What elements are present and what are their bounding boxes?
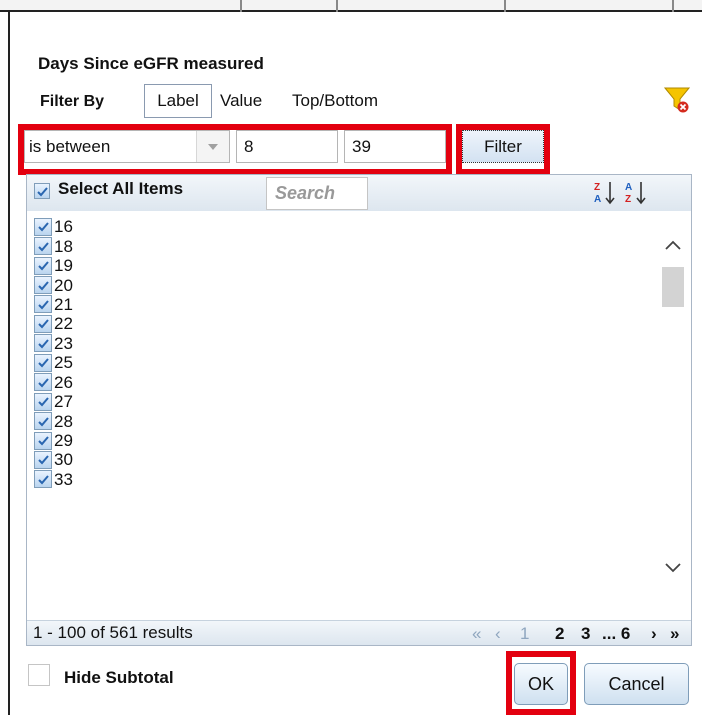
pager-last[interactable]: » — [670, 624, 679, 644]
item-label: 25 — [54, 353, 73, 373]
item-checkbox[interactable] — [34, 373, 52, 392]
item-label: 23 — [54, 333, 73, 353]
pager-prev[interactable]: ‹ — [495, 624, 501, 644]
item-label: 30 — [54, 450, 73, 470]
pager-next[interactable]: › — [651, 624, 657, 644]
sort-za-icon[interactable]: A Z — [624, 180, 648, 206]
item-checkbox[interactable] — [34, 412, 52, 431]
pager-page-3[interactable]: 3 — [581, 624, 590, 644]
item-checkbox[interactable] — [34, 470, 52, 489]
item-label: 27 — [54, 392, 73, 412]
item-checkbox[interactable] — [34, 450, 52, 469]
item-checkbox[interactable] — [34, 334, 52, 353]
item-checkbox[interactable] — [34, 217, 52, 236]
item-label: 20 — [54, 275, 73, 295]
list-item[interactable]: 33 — [34, 470, 634, 489]
top-strip-segment — [504, 0, 674, 12]
sort-az-icon[interactable]: Z A — [593, 180, 617, 206]
tab-top-bottom[interactable]: Top/Bottom — [292, 91, 378, 111]
top-strip-segment — [336, 0, 506, 12]
svg-text:Z: Z — [625, 194, 631, 205]
svg-text:Z: Z — [594, 182, 600, 193]
top-strip-segment — [240, 0, 338, 12]
top-strip-segment — [0, 0, 242, 12]
item-checkbox[interactable] — [34, 256, 52, 275]
list-item[interactable]: 28 — [34, 411, 634, 431]
top-strip — [0, 0, 702, 12]
hide-subtotal-label: Hide Subtotal — [64, 668, 174, 687]
list-item[interactable]: 22 — [34, 314, 634, 333]
results-count: 1 - 100 of 561 results — [33, 623, 193, 642]
item-label: 22 — [54, 314, 73, 334]
range-to-input[interactable]: 39 — [344, 130, 446, 163]
range-from-input[interactable]: 8 — [236, 130, 338, 163]
list-item[interactable]: 18 — [34, 236, 634, 256]
list-item[interactable]: 29 — [34, 431, 634, 450]
select-all-label: Select All Items — [58, 179, 184, 198]
item-checkbox[interactable] — [34, 392, 52, 411]
item-checkbox[interactable] — [34, 237, 52, 256]
item-checkbox[interactable] — [34, 314, 52, 333]
list-item[interactable]: 30 — [34, 450, 634, 469]
tab-label[interactable]: Label — [144, 84, 212, 118]
list-item[interactable]: 25 — [34, 353, 634, 372]
list-item[interactable]: 19 — [34, 256, 634, 275]
filter-button[interactable]: Filter — [462, 130, 544, 163]
item-label: 19 — [54, 256, 73, 276]
item-label: 18 — [54, 236, 73, 256]
item-checkbox[interactable] — [34, 295, 52, 314]
item-checkbox[interactable] — [34, 276, 52, 295]
filter-by-label: Filter By — [40, 93, 105, 110]
item-label: 26 — [54, 372, 73, 392]
item-checkbox[interactable] — [34, 431, 52, 450]
list-item[interactable]: 16 — [34, 217, 634, 236]
pager-page-1[interactable]: 1 — [520, 624, 529, 644]
list-item[interactable]: 27 — [34, 392, 634, 411]
item-label: 29 — [54, 431, 73, 451]
pager-page-2[interactable]: 2 — [555, 624, 564, 644]
scroll-up-icon[interactable] — [662, 234, 684, 256]
hide-subtotal-checkbox[interactable] — [28, 664, 50, 686]
scrollbar-thumb[interactable] — [662, 267, 684, 307]
item-label: 16 — [54, 217, 73, 237]
search-input[interactable]: Search — [266, 177, 368, 210]
pager-page-last-number[interactable]: ... 6 — [602, 624, 630, 644]
svg-text:A: A — [594, 194, 601, 205]
scroll-down-icon[interactable] — [662, 557, 684, 579]
tab-value[interactable]: Value — [220, 91, 262, 111]
dialog-left-border — [8, 12, 10, 715]
list-item[interactable]: 23 — [34, 334, 634, 353]
list-item[interactable]: 20 — [34, 275, 634, 295]
items-list: 16 18 19 20 21 22 23 25 26 27 28 29 30 33 — [34, 217, 634, 489]
cancel-button[interactable]: Cancel — [584, 663, 689, 705]
item-label: 33 — [54, 469, 73, 489]
select-all-checkbox[interactable] — [34, 183, 50, 199]
list-item[interactable]: 21 — [34, 295, 634, 314]
dialog-title: Days Since eGFR measured — [38, 54, 264, 73]
item-label: 21 — [54, 294, 73, 314]
item-checkbox[interactable] — [34, 353, 52, 372]
item-label: 28 — [54, 411, 73, 431]
funnel-clear-icon[interactable] — [663, 86, 691, 114]
chevron-down-icon[interactable] — [196, 131, 229, 162]
ok-button[interactable]: OK — [514, 663, 568, 705]
list-item[interactable]: 26 — [34, 373, 634, 392]
pager-first[interactable]: « — [472, 624, 481, 644]
svg-text:A: A — [625, 182, 632, 193]
